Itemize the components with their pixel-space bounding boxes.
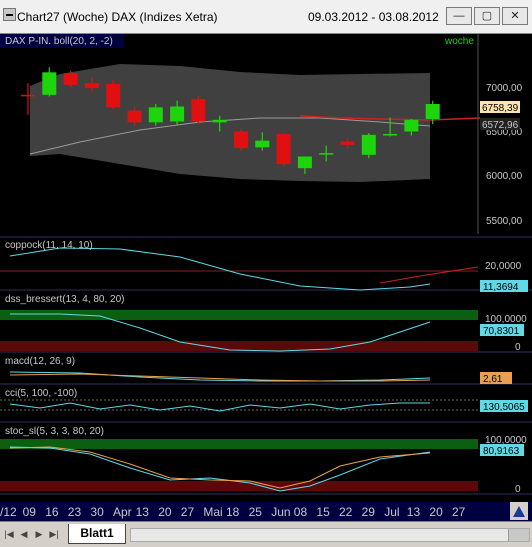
x-axis-label: 27 [181,505,195,519]
close-button[interactable]: ✕ [502,7,528,25]
candle-body [21,94,35,97]
candle-body [425,104,440,119]
candle-body [255,140,270,148]
candle-body [212,119,227,123]
candle-body [84,83,99,89]
dss-label: dss_bressert(13, 4, 80, 20) [5,294,125,305]
x-axis-label: Jun [271,505,290,519]
coppock-value: 11,3694 [483,282,519,293]
main-panel [21,34,481,234]
y-tick-7000: 7000,00 [486,83,523,94]
x-axis-label: 22 [339,505,353,519]
scrollbar-thumb[interactable] [508,529,529,541]
candle-body [170,106,185,122]
cci-panel [0,399,478,412]
first-sheet-button[interactable]: |◀ [2,526,16,543]
x-axis-label: 09 [23,505,37,519]
candle-body [340,141,355,145]
candle-body [106,84,121,108]
candle-body [234,131,248,149]
dss-tick-high: 100,0000 [485,314,527,325]
x-axis-label: 15 [316,505,330,519]
sheet-tab-blatt1[interactable]: Blatt1 [68,524,126,544]
candle-body [404,119,419,132]
bollinger-band [30,64,430,182]
x-axis-label: 13 [136,505,150,519]
candle-body [361,134,376,155]
candle-body [127,110,142,123]
y-tick-6000: 6000,00 [486,171,523,182]
candle-body [63,73,78,85]
window-title: Chart27 (Woche) DAX (Indizes Xetra) [17,10,218,24]
x-axis-label: 08 [294,505,308,519]
coppock-signal-line [379,266,479,284]
window-date-range: 09.03.2012 - 03.08.2012 [308,10,439,24]
coppock-line [9,247,431,291]
dss-value: 70,8301 [483,326,520,337]
x-axis-label: 29 [362,505,376,519]
chart-svg[interactable]: DAX P-IN. boll(20, 2, -2) woche 7000,00 … [0,34,532,521]
coppock-label: coppock(11, 14, 10) [5,240,93,251]
chart-area[interactable]: DAX P-IN. boll(20, 2, -2) woche 7000,00 … [0,34,532,521]
x-axis-label: 25 [249,505,263,519]
x-axis-label: 23 [68,505,82,519]
sheet-bar: |◀ ◀ ▶ ▶| Blatt1 [0,521,532,547]
candle-body [42,72,57,95]
x-axis-label: Mai [203,505,222,519]
last-sheet-button[interactable]: ▶| [47,526,61,543]
panel-separators [0,236,532,495]
macd-label: macd(12, 26, 9) [5,356,75,367]
next-sheet-button[interactable]: ▶ [32,526,46,543]
candle-body [297,156,312,169]
stoc-value: 80,9163 [483,446,520,457]
ma-value-badge: 6572,96 [482,120,519,131]
x-axis-label: 20 [158,505,172,519]
window-menu-icon[interactable] [3,8,16,21]
x-axis-label: 13 [407,505,421,519]
cci-value: 130,5065 [483,402,525,413]
prev-sheet-button[interactable]: ◀ [17,526,31,543]
x-axis-label: Apr [113,505,132,519]
stoc-tick-zero: 0 [515,484,521,495]
candle-body [191,99,206,122]
x-axis-label: 18 [226,505,240,519]
stoc-label: stoc_sl(5, 3, 3, 80, 20) [5,426,104,437]
cci-label: cci(5, 100, -100) [5,388,77,399]
candle-body [319,153,334,155]
candle-body [383,134,398,136]
candle-body [276,134,291,164]
x-axis-label: Jul [384,505,399,519]
coppock-tick-high: 20,0000 [485,261,522,272]
coppock-panel [0,247,479,291]
macd-line [9,371,431,382]
horizontal-scrollbar[interactable] [130,528,530,542]
dss-tick-zero: 0 [515,342,521,353]
x-axis-label: 27 [452,505,466,519]
stoc-panel [0,439,478,492]
maximize-button[interactable]: ▢ [474,7,500,25]
dss-panel [0,310,478,352]
macd-value: 2,61 [483,374,503,385]
x-axis-label: 30 [90,505,104,519]
x-axis-label: 16 [45,505,59,519]
scroll-up-icon[interactable] [510,502,528,520]
last-price-badge: 6758,39 [482,103,519,114]
x-axis-label: 20 [429,505,443,519]
y-tick-5500: 5500,00 [486,216,523,227]
macd-panel [9,371,431,382]
minimize-button[interactable]: — [446,7,472,25]
main-panel-label: DAX P-IN. boll(20, 2, -2) [5,36,113,47]
candle-body [148,107,163,123]
x-axis-labels: /12 09 16 23 30 Apr 13 20 27 Mai 18 25 Jun 08 15 22 29 Ju… [0,505,466,519]
x-axis-label: /12 [0,505,17,519]
window-titlebar: Chart27 (Woche) DAX (Indizes Xetra) 09.0… [0,0,532,34]
period-label: woche [444,36,474,47]
